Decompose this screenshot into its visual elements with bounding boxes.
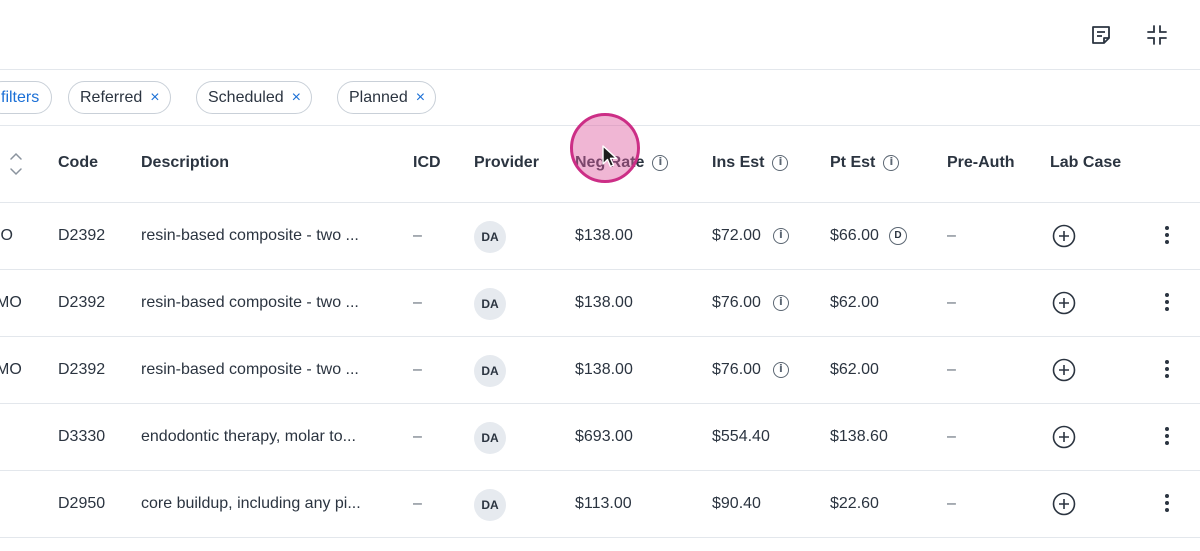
collapse-icon[interactable] [1144,22,1170,48]
description-cell: resin-based composite - two ... [141,294,359,311]
surface-cell: IO [0,227,13,244]
provider-avatar: DA [474,355,506,387]
column-header-provider[interactable]: Provider [474,154,539,172]
more-options-icon[interactable] [1159,290,1175,314]
info-icon[interactable] [772,361,789,378]
filter-chip-label: Planned [349,88,408,106]
ins-est-cell: $76.00 [712,361,789,379]
code-cell: D2392 [58,361,106,378]
remove-filter-icon[interactable]: × [416,89,425,106]
pre-auth-cell: – [947,361,956,378]
filter-chip-planned: Planned × [337,81,437,114]
filter-chip-referred: Referred × [68,81,171,114]
pre-auth-cell: – [947,428,956,445]
ins-est-cell: $72.00 [712,227,789,245]
remove-filter-icon[interactable]: × [292,89,301,106]
column-header-description[interactable]: Description [141,154,229,172]
add-lab-case-icon[interactable] [1052,358,1076,382]
provider-avatar: DA [474,221,506,253]
add-lab-case-icon[interactable] [1052,492,1076,516]
table-row[interactable]: D3330 endodontic therapy, molar to... – … [0,404,1200,471]
code-cell: D2950 [58,495,106,512]
column-header-ins-est[interactable]: Ins Est [712,154,789,172]
note-icon[interactable] [1088,22,1114,48]
table-row[interactable]: MO D2392 resin-based composite - two ...… [0,270,1200,337]
icd-cell: – [413,361,422,378]
neg-rate-cell: $138.00 [575,227,633,244]
code-cell: D2392 [58,227,106,244]
surface-cell: MO [0,294,22,311]
more-options-icon[interactable] [1159,424,1175,448]
provider-avatar: DA [474,288,506,320]
description-cell: resin-based composite - two ... [141,227,359,244]
filter-chip-label: Scheduled [208,88,284,106]
neg-rate-cell: $138.00 [575,294,633,311]
pt-est-cell: $22.60 [830,495,879,512]
deductible-badge: D [888,227,907,245]
pt-est-cell: $62.00 [830,294,879,311]
surface-cell: MO [0,361,22,378]
more-options-icon[interactable] [1159,357,1175,381]
neg-rate-cell: $693.00 [575,428,633,445]
pt-est-cell: $62.00 [830,361,879,378]
column-header-lab-case[interactable]: Lab Case [1050,154,1121,172]
add-lab-case-icon[interactable] [1052,224,1076,248]
filters-button[interactable]: filters [0,81,53,114]
ins-est-cell: $554.40 [712,428,770,445]
neg-rate-cell: $113.00 [575,495,632,512]
icd-cell: – [413,294,422,311]
ins-est-cell: $90.40 [712,495,761,512]
column-header-icd[interactable]: ICD [413,154,441,172]
info-icon[interactable] [772,227,789,244]
table-row[interactable]: D2950 core buildup, including any pi... … [0,471,1200,538]
description-cell: endodontic therapy, molar to... [141,428,356,445]
info-icon[interactable] [883,155,900,171]
table-row[interactable]: MO D2392 resin-based composite - two ...… [0,337,1200,404]
icd-cell: – [413,428,422,445]
description-cell: core buildup, including any pi... [141,495,361,512]
more-options-icon[interactable] [1159,491,1175,515]
mouse-pointer-icon [602,145,618,168]
description-cell: resin-based composite - two ... [141,361,359,378]
filter-chip-label: Referred [80,88,143,106]
column-header-code[interactable]: Code [58,154,98,172]
remove-filter-icon[interactable]: × [150,89,159,106]
info-icon[interactable] [652,155,669,171]
column-header-pt-est[interactable]: Pt Est [830,154,900,172]
ins-est-cell: $76.00 [712,294,789,312]
code-cell: D2392 [58,294,106,311]
pt-est-cell: $138.60 [830,428,888,445]
pre-auth-cell: – [947,294,956,311]
add-lab-case-icon[interactable] [1052,291,1076,315]
provider-avatar: DA [474,422,506,454]
icd-cell: – [413,227,422,244]
pre-auth-cell: – [947,495,956,512]
info-icon[interactable] [772,155,789,171]
provider-avatar: DA [474,489,506,521]
table-row[interactable]: IO D2392 resin-based composite - two ...… [0,203,1200,270]
column-header-pre-auth[interactable]: Pre-Auth [947,154,1015,172]
more-options-icon[interactable] [1159,223,1175,247]
pre-auth-cell: – [947,227,956,244]
filter-chip-scheduled: Scheduled × [196,81,312,114]
icd-cell: – [413,495,422,512]
pt-est-cell: $66.00 D [830,227,907,245]
top-toolbar [0,0,1200,70]
code-cell: D3330 [58,428,106,445]
add-lab-case-icon[interactable] [1052,425,1076,449]
info-icon[interactable] [772,294,789,311]
sort-icon[interactable] [9,151,23,177]
neg-rate-cell: $138.00 [575,361,633,378]
